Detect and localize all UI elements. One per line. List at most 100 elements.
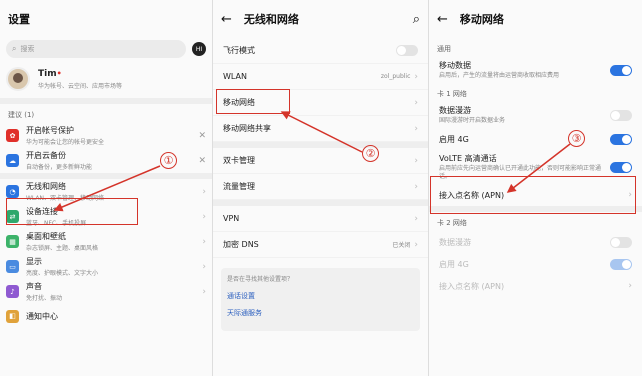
lte2-title: 启用 4G <box>439 259 469 269</box>
skytone-link[interactable]: 天际通服务 <box>227 308 414 318</box>
item-title: 桌面和壁纸 <box>26 232 66 241</box>
chevron-right-icon: › <box>414 213 418 224</box>
settings-item-notifications[interactable]: ◧ 通知中心 <box>0 304 212 328</box>
chevron-right-icon: › <box>202 286 206 297</box>
page-title: 无线和网络 <box>243 13 299 26</box>
chevron-right-icon: › <box>414 181 418 192</box>
profile-row[interactable]: Tim• 华为帐号、云空间、应用市场等 <box>0 60 212 104</box>
wlan-row[interactable]: WLAN zol_public › <box>213 64 428 90</box>
mobile-network-label: 移动网络 <box>223 98 255 107</box>
dual-sim-row[interactable]: 双卡管理 › <box>213 148 428 174</box>
screenshot-root: 设置 ⌕ 搜索 HI Tim• 华为帐号、云空间、应用市场等 建议 (1) ✿ … <box>0 0 642 376</box>
item-subtitle: 杂志锁屏、主题、桌面风格 <box>26 245 99 252</box>
apn2-title: 接入点名称 (APN) <box>439 281 505 291</box>
wlan-value: zol_public <box>380 73 411 80</box>
roaming2-toggle[interactable] <box>610 236 632 248</box>
suggestion-cloud-backup[interactable]: ☁ 开启云备份自动备份，更多新鲜功能 ✕ <box>0 148 212 173</box>
call-settings-link[interactable]: 通话设置 <box>227 291 414 301</box>
wallpaper-icon: ▦ <box>6 235 19 248</box>
search-icon[interactable]: ⌕ <box>413 12 420 27</box>
suggestion-card: 是否在寻找其他设置项？ 通话设置 天际通服务 <box>221 268 420 331</box>
item-title: 显示 <box>26 257 42 266</box>
lte-title: 启用 4G <box>439 134 469 144</box>
chevron-right-icon: › <box>414 71 418 82</box>
mobile-data-subtitle: 启用后，产生的流量将由运营商收取相应费用 <box>439 72 560 79</box>
wireless-panel: ← 无线和网络 ⌕ 飞行模式 WLAN zol_public › 移动网络 › … <box>212 0 428 376</box>
airplane-mode-toggle[interactable] <box>396 45 418 56</box>
back-arrow-icon[interactable]: ← <box>221 12 232 27</box>
chevron-right-icon: › <box>414 155 418 166</box>
sim1-header: 卡 1 网络 <box>437 90 467 98</box>
private-dns-label: 加密 DNS <box>223 240 259 249</box>
volte-toggle[interactable] <box>610 161 632 173</box>
mobile-network-panel: ← 移动网络 通用 移动数据 启用后，产生的流量将由运营商收取相应费用 卡 1 网… <box>428 0 642 376</box>
apn-row[interactable]: 接入点名称 (APN) › <box>429 184 642 206</box>
wireless-header: ← 无线和网络 ⌕ <box>213 0 428 38</box>
chevron-right-icon: › <box>414 239 418 250</box>
sim2-header: 卡 2 网络 <box>437 219 467 227</box>
apn-title: 接入点名称 (APN) <box>439 190 505 200</box>
settings-header: 设置 <box>0 0 212 38</box>
volte-subtitle: 启用前应先向运营商确认已开通此功能，否则可能影响正常通话。 <box>439 165 602 180</box>
dismiss-icon[interactable]: ✕ <box>198 156 206 166</box>
lte2-toggle[interactable] <box>610 258 632 270</box>
hihonor-logo-text: HI <box>195 45 203 53</box>
profile-name: Tim <box>38 68 57 79</box>
notification-dot-icon: • <box>56 68 62 78</box>
apn2-row[interactable]: 接入点名称 (APN) › <box>429 275 642 297</box>
suggestion-question: 是否在寻找其他设置项？ <box>227 276 294 283</box>
search-placeholder: 搜索 <box>20 45 35 53</box>
search-input[interactable]: ⌕ 搜索 <box>6 40 186 58</box>
wifi-icon: ◔ <box>6 185 19 198</box>
lte2-row[interactable]: 启用 4G <box>429 253 642 275</box>
page-title: 设置 <box>8 13 30 26</box>
tethering-row[interactable]: 移动网络共享 › <box>213 116 428 142</box>
page-title: 移动网络 <box>459 13 504 26</box>
lte-row[interactable]: 启用 4G <box>429 128 642 150</box>
settings-item-device-connection[interactable]: ⇄ 设备连接 蓝牙、NFC、手机投屏 › <box>0 204 212 229</box>
suggestions-header: 建议 (1) <box>8 111 35 119</box>
profile-name-row: Tim• <box>38 69 122 79</box>
mobile-network-row[interactable]: 移动网络 › <box>213 90 428 116</box>
vpn-row[interactable]: VPN › <box>213 206 428 232</box>
suggestion-title: 开启云备份 <box>26 151 66 160</box>
roaming-toggle[interactable] <box>610 109 632 121</box>
airplane-mode-row[interactable]: 飞行模式 <box>213 38 428 64</box>
roaming2-title: 数据漫游 <box>439 237 471 247</box>
avatar <box>6 67 30 91</box>
suggestion-subtitle: 自动备份，更多新鲜功能 <box>26 164 93 171</box>
item-subtitle: WLAN、双卡管理、移动网络 <box>26 195 105 202</box>
suggestion-subtitle: 华为可能会让您的帐号更安全 <box>26 139 105 146</box>
search-row: ⌕ 搜索 HI <box>0 38 212 60</box>
suggestion-title: 开启帐号保护 <box>26 126 74 135</box>
chevron-right-icon: › <box>202 211 206 222</box>
hihonor-logo-icon[interactable]: HI <box>192 42 206 56</box>
data-usage-label: 流量管理 <box>223 182 255 191</box>
notification-icon: ◧ <box>6 309 19 323</box>
settings-item-wireless[interactable]: ◔ 无线和网络 WLAN、双卡管理、移动网络 › <box>0 179 212 204</box>
mobile-data-toggle[interactable] <box>610 64 632 76</box>
mobile-data-row[interactable]: 移动数据启用后，产生的流量将由运营商收取相应费用 <box>429 57 642 83</box>
volte-row[interactable]: VoLTE 高清通话 启用前应先向运营商确认已开通此功能，否则可能影响正常通话。 <box>429 150 642 184</box>
suggestion-account-protection[interactable]: ✿ 开启帐号保护 华为可能会让您的帐号更安全 ✕ <box>0 123 212 148</box>
chevron-right-icon: › <box>628 281 632 291</box>
cloud-icon: ☁ <box>6 154 19 167</box>
device-link-icon: ⇄ <box>6 210 19 223</box>
chevron-right-icon: › <box>414 97 418 108</box>
profile-subtitle: 华为帐号、云空间、应用市场等 <box>38 82 123 90</box>
dismiss-icon[interactable]: ✕ <box>198 131 206 141</box>
private-dns-row[interactable]: 加密 DNS 已关闭 › <box>213 232 428 258</box>
back-arrow-icon[interactable]: ← <box>437 12 448 27</box>
settings-item-sound[interactable]: ♪ 声音 免打扰、振动 › <box>0 279 212 304</box>
roaming2-row[interactable]: 数据漫游 <box>429 231 642 253</box>
settings-item-wallpaper[interactable]: ▦ 桌面和壁纸 杂志锁屏、主题、桌面风格 › <box>0 229 212 254</box>
item-title: 设备连接 <box>26 207 58 216</box>
data-usage-row[interactable]: 流量管理 › <box>213 174 428 200</box>
lte-toggle[interactable] <box>610 133 632 145</box>
wlan-label: WLAN <box>223 72 248 81</box>
item-title: 声音 <box>26 282 42 291</box>
settings-item-display[interactable]: ▭ 显示 亮度、护眼模式、文字大小 › <box>0 254 212 279</box>
roaming-row[interactable]: 数据漫游 国际漫游时开启数据业务 <box>429 102 642 128</box>
mobile-data-title: 移动数据 <box>439 61 471 70</box>
display-icon: ▭ <box>6 260 19 273</box>
